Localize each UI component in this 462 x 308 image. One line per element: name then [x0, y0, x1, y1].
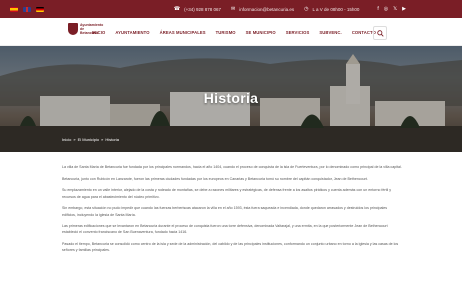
instagram-icon[interactable]: ◎ — [384, 6, 388, 12]
paragraph: Su emplazamiento en un valle interior, a… — [62, 188, 392, 199]
twitter-icon[interactable]: 𝕏 — [393, 6, 397, 12]
language-selector — [10, 6, 44, 12]
menu-item-ayuntamiento[interactable]: AYUNTAMIENTO — [115, 30, 149, 35]
breadcrumb-separator: » — [73, 137, 76, 142]
breadcrumb-separator: » — [101, 137, 104, 142]
search-icon — [376, 29, 384, 37]
english-flag-icon[interactable] — [23, 6, 31, 12]
breadcrumb: Inicio » El Municipio » Historia — [62, 137, 119, 142]
menu-item-areas[interactable]: ÁREAS MUNICIPALES — [160, 30, 206, 35]
spanish-flag-icon[interactable] — [10, 6, 18, 12]
menu-item-inicio[interactable]: INICIO — [92, 30, 105, 35]
paragraph: Sin embargo, esta situación no pudo impe… — [62, 206, 388, 217]
crest-icon — [68, 23, 78, 35]
main-navigation: Ayuntamiento de Betancuria INICIO AYUNTA… — [0, 18, 462, 46]
contact-info: ☎ (+34) 928 878 067 ✉ informacion@betanc… — [174, 6, 359, 12]
youtube-icon[interactable]: ▶ — [402, 6, 406, 12]
paragraph: La villa de Santa María de Betancuria fu… — [62, 165, 402, 169]
social-links: f ◎ 𝕏 ▶ — [377, 6, 406, 12]
paragraph: Betancuria, junto con Rubicón en Lanzaro… — [62, 176, 368, 181]
hours-text: L a V de 08h00 - 15h00 — [312, 6, 360, 12]
hero-banner: Historia Inicio » El Municipio » Histori… — [0, 46, 462, 152]
menu-item-turismo[interactable]: TURISMO — [216, 30, 236, 35]
breadcrumb-municipio[interactable]: El Municipio — [78, 137, 100, 142]
menu-item-servicios[interactable]: SERVICIOS — [286, 30, 310, 35]
page-title: Historia — [203, 90, 259, 106]
article-content: La villa de Santa María de Betancuria fu… — [62, 164, 402, 259]
top-bar: ☎ (+34) 928 878 067 ✉ informacion@betanc… — [0, 0, 462, 18]
phone-icon: ☎ — [173, 6, 181, 12]
facebook-icon[interactable]: f — [377, 6, 378, 12]
paragraph: Las primeras edificaciones que se levant… — [62, 224, 388, 235]
email-text[interactable]: informacion@betancuria.es — [239, 7, 294, 12]
paragraph: Pasado el tiempo, Betancuria se consolid… — [62, 242, 399, 253]
clock-icon: ◷ — [304, 6, 309, 12]
breadcrumb-home[interactable]: Inicio — [62, 137, 71, 142]
breadcrumb-current: Historia — [105, 137, 119, 142]
menu: INICIO AYUNTAMIENTO ÁREAS MUNICIPALES TU… — [92, 18, 376, 46]
german-flag-icon[interactable] — [36, 6, 44, 12]
mail-icon: ✉ — [231, 6, 236, 12]
menu-item-subvenciones[interactable]: SUBVENC. — [319, 30, 341, 35]
phone-text[interactable]: (+34) 928 878 067 — [184, 7, 221, 12]
menu-item-municipio[interactable]: SE MUNICIPIO — [246, 30, 276, 35]
search-button[interactable] — [373, 26, 387, 40]
